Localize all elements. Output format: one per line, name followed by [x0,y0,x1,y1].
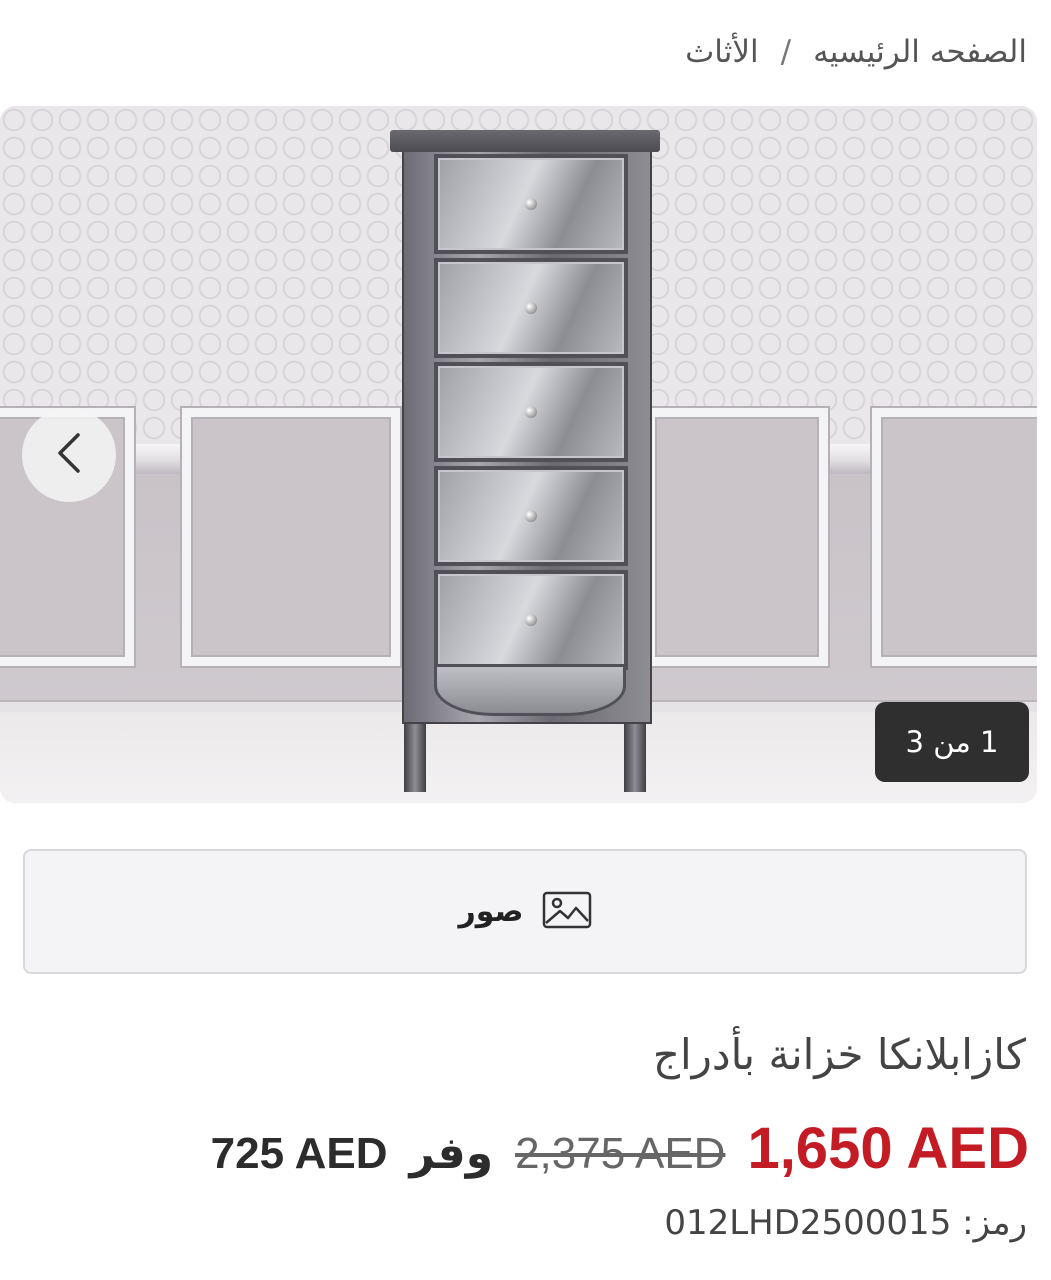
dresser-leg [404,720,426,792]
sku-label: رمز: [962,1203,1027,1243]
product-photo-dresser [390,130,660,792]
dresser-apron [434,664,626,716]
original-price: 2,375 AED [515,1129,726,1178]
wall-panel [646,408,828,666]
breadcrumb: الصفحه الرئيسيه / الأثاث [685,34,1027,70]
drawer-knob [525,302,537,314]
drawer-knob [525,198,537,210]
product-sku: رمز: 012LHD2500015 [664,1203,1027,1243]
breadcrumb-separator: / [780,34,792,70]
dresser-leg [624,720,646,792]
photos-button[interactable]: صور [23,849,1027,974]
savings-amount: 725 AED [210,1129,388,1178]
chevron-left-icon [54,431,84,479]
dresser-body [402,150,652,724]
current-price: 1,650 AED [747,1116,1029,1181]
savings-label: وفر [409,1128,494,1179]
image-counter-badge: 1 من 3 [875,702,1029,782]
drawer-knob [525,510,537,522]
wall-panel [872,408,1037,666]
drawer-knob [525,406,537,418]
image-icon [542,891,592,933]
price-row: 1,650 AED 2,375 AED وفر 725 AED [29,1115,1029,1182]
breadcrumb-category-link[interactable]: الأثاث [685,34,759,70]
gallery-prev-button[interactable] [22,408,116,502]
dresser-drawer [434,258,628,358]
wall-panel [182,408,400,666]
breadcrumb-home-link[interactable]: الصفحه الرئيسيه [813,34,1027,70]
product-title: كازابلانكا خزانة بأدراج [652,1030,1026,1079]
dresser-drawer [434,570,628,670]
sku-value: 012LHD2500015 [664,1203,952,1243]
dresser-top [390,130,660,152]
dresser-drawer [434,362,628,462]
drawer-knob [525,614,537,626]
dresser-drawer [434,466,628,566]
photos-button-label: صور [458,894,524,929]
dresser-drawer [434,154,628,254]
